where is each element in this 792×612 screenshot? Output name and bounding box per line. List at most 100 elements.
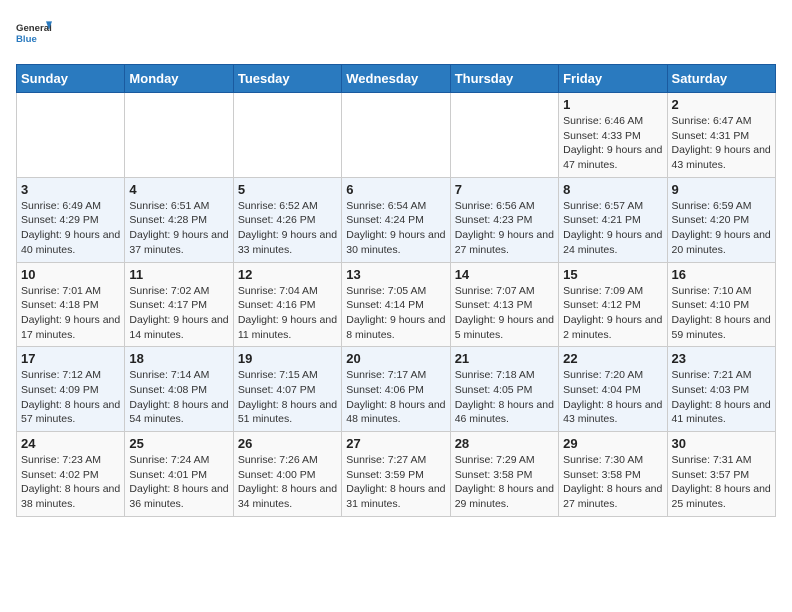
day-info: Sunrise: 6:51 AM Sunset: 4:28 PM Dayligh…: [129, 199, 228, 258]
day-number: 2: [672, 97, 771, 112]
weekday-header-row: SundayMondayTuesdayWednesdayThursdayFrid…: [17, 65, 776, 93]
day-number: 6: [346, 182, 445, 197]
calendar-cell: 19 Sunrise: 7:15 AM Sunset: 4:07 PM Dayli…: [233, 347, 341, 432]
calendar-cell: [125, 93, 233, 178]
calendar-cell: 4 Sunrise: 6:51 AM Sunset: 4:28 PM Daylig…: [125, 177, 233, 262]
day-number: 30: [672, 436, 771, 451]
day-info: Sunrise: 6:49 AM Sunset: 4:29 PM Dayligh…: [21, 199, 120, 258]
weekday-header: Thursday: [450, 65, 558, 93]
calendar-week-row: 10 Sunrise: 7:01 AM Sunset: 4:18 PM Dayli…: [17, 262, 776, 347]
calendar-table: SundayMondayTuesdayWednesdayThursdayFrid…: [16, 64, 776, 517]
weekday-header: Friday: [559, 65, 667, 93]
weekday-header: Wednesday: [342, 65, 450, 93]
day-info: Sunrise: 6:54 AM Sunset: 4:24 PM Dayligh…: [346, 199, 445, 258]
svg-text:Blue: Blue: [16, 34, 37, 45]
day-number: 8: [563, 182, 662, 197]
day-number: 26: [238, 436, 337, 451]
day-number: 23: [672, 351, 771, 366]
day-info: Sunrise: 6:57 AM Sunset: 4:21 PM Dayligh…: [563, 199, 662, 258]
weekday-header: Sunday: [17, 65, 125, 93]
day-info: Sunrise: 7:09 AM Sunset: 4:12 PM Dayligh…: [563, 284, 662, 343]
day-number: 27: [346, 436, 445, 451]
calendar-cell: 1 Sunrise: 6:46 AM Sunset: 4:33 PM Daylig…: [559, 93, 667, 178]
weekday-header: Tuesday: [233, 65, 341, 93]
day-info: Sunrise: 7:01 AM Sunset: 4:18 PM Dayligh…: [21, 284, 120, 343]
calendar-cell: 11Sunrise: 7:02 AM Sunset: 4:17 PM Dayli…: [125, 262, 233, 347]
day-number: 13: [346, 267, 445, 282]
calendar-cell: 14 Sunrise: 7:07 AM Sunset: 4:13 PM Dayli…: [450, 262, 558, 347]
day-number: 9: [672, 182, 771, 197]
day-info: Sunrise: 6:56 AM Sunset: 4:23 PM Dayligh…: [455, 199, 554, 258]
calendar-week-row: 1 Sunrise: 6:46 AM Sunset: 4:33 PM Daylig…: [17, 93, 776, 178]
calendar-cell: 6 Sunrise: 6:54 AM Sunset: 4:24 PM Daylig…: [342, 177, 450, 262]
calendar-cell: 13 Sunrise: 7:05 AM Sunset: 4:14 PM Dayli…: [342, 262, 450, 347]
calendar-cell: [233, 93, 341, 178]
calendar-cell: 24 Sunrise: 7:23 AM Sunset: 4:02 PM Dayli…: [17, 432, 125, 517]
day-info: Sunrise: 7:18 AM Sunset: 4:05 PM Dayligh…: [455, 368, 554, 427]
calendar-week-row: 24 Sunrise: 7:23 AM Sunset: 4:02 PM Dayli…: [17, 432, 776, 517]
day-number: 25: [129, 436, 228, 451]
day-info: Sunrise: 6:47 AM Sunset: 4:31 PM Dayligh…: [672, 114, 771, 173]
calendar-cell: 29 Sunrise: 7:30 AM Sunset: 3:58 PM Dayli…: [559, 432, 667, 517]
day-number: 11: [129, 267, 228, 282]
svg-text:General: General: [16, 23, 52, 34]
day-info: Sunrise: 6:46 AM Sunset: 4:33 PM Dayligh…: [563, 114, 662, 173]
day-number: 16: [672, 267, 771, 282]
day-number: 1: [563, 97, 662, 112]
day-info: Sunrise: 7:04 AM Sunset: 4:16 PM Dayligh…: [238, 284, 337, 343]
calendar-cell: 18 Sunrise: 7:14 AM Sunset: 4:08 PM Dayli…: [125, 347, 233, 432]
calendar-cell: 17Sunrise: 7:12 AM Sunset: 4:09 PM Dayli…: [17, 347, 125, 432]
calendar-cell: 12Sunrise: 7:04 AM Sunset: 4:16 PM Dayli…: [233, 262, 341, 347]
page-header: General Blue: [16, 16, 776, 52]
calendar-cell: 5 Sunrise: 6:52 AM Sunset: 4:26 PM Daylig…: [233, 177, 341, 262]
day-info: Sunrise: 7:17 AM Sunset: 4:06 PM Dayligh…: [346, 368, 445, 427]
calendar-cell: 30Sunrise: 7:31 AM Sunset: 3:57 PM Dayli…: [667, 432, 775, 517]
day-info: Sunrise: 7:24 AM Sunset: 4:01 PM Dayligh…: [129, 453, 228, 512]
day-info: Sunrise: 7:23 AM Sunset: 4:02 PM Dayligh…: [21, 453, 120, 512]
calendar-cell: 8 Sunrise: 6:57 AM Sunset: 4:21 PM Daylig…: [559, 177, 667, 262]
calendar-cell: 20 Sunrise: 7:17 AM Sunset: 4:06 PM Dayli…: [342, 347, 450, 432]
calendar-cell: 16 Sunrise: 7:10 AM Sunset: 4:10 PM Dayli…: [667, 262, 775, 347]
day-number: 4: [129, 182, 228, 197]
day-info: Sunrise: 7:07 AM Sunset: 4:13 PM Dayligh…: [455, 284, 554, 343]
calendar-cell: 2 Sunrise: 6:47 AM Sunset: 4:31 PM Daylig…: [667, 93, 775, 178]
day-number: 19: [238, 351, 337, 366]
day-info: Sunrise: 7:10 AM Sunset: 4:10 PM Dayligh…: [672, 284, 771, 343]
day-info: Sunrise: 7:30 AM Sunset: 3:58 PM Dayligh…: [563, 453, 662, 512]
day-number: 17: [21, 351, 120, 366]
calendar-cell: 10 Sunrise: 7:01 AM Sunset: 4:18 PM Dayli…: [17, 262, 125, 347]
day-number: 20: [346, 351, 445, 366]
day-number: 22: [563, 351, 662, 366]
day-info: Sunrise: 7:05 AM Sunset: 4:14 PM Dayligh…: [346, 284, 445, 343]
calendar-cell: 7 Sunrise: 6:56 AM Sunset: 4:23 PM Daylig…: [450, 177, 558, 262]
day-number: 18: [129, 351, 228, 366]
day-number: 14: [455, 267, 554, 282]
logo-svg: General Blue: [16, 16, 52, 52]
day-info: Sunrise: 7:27 AM Sunset: 3:59 PM Dayligh…: [346, 453, 445, 512]
day-info: Sunrise: 6:52 AM Sunset: 4:26 PM Dayligh…: [238, 199, 337, 258]
day-number: 5: [238, 182, 337, 197]
calendar-cell: 27 Sunrise: 7:27 AM Sunset: 3:59 PM Dayli…: [342, 432, 450, 517]
day-number: 7: [455, 182, 554, 197]
calendar-cell: 21 Sunrise: 7:18 AM Sunset: 4:05 PM Dayli…: [450, 347, 558, 432]
weekday-header: Saturday: [667, 65, 775, 93]
day-number: 29: [563, 436, 662, 451]
day-number: 10: [21, 267, 120, 282]
calendar-cell: 15Sunrise: 7:09 AM Sunset: 4:12 PM Dayli…: [559, 262, 667, 347]
day-number: 3: [21, 182, 120, 197]
calendar-cell: [17, 93, 125, 178]
day-info: Sunrise: 7:15 AM Sunset: 4:07 PM Dayligh…: [238, 368, 337, 427]
weekday-header: Monday: [125, 65, 233, 93]
day-info: Sunrise: 7:20 AM Sunset: 4:04 PM Dayligh…: [563, 368, 662, 427]
day-number: 24: [21, 436, 120, 451]
day-info: Sunrise: 6:59 AM Sunset: 4:20 PM Dayligh…: [672, 199, 771, 258]
calendar-cell: [342, 93, 450, 178]
day-number: 21: [455, 351, 554, 366]
day-info: Sunrise: 7:29 AM Sunset: 3:58 PM Dayligh…: [455, 453, 554, 512]
calendar-week-row: 3 Sunrise: 6:49 AM Sunset: 4:29 PM Daylig…: [17, 177, 776, 262]
day-info: Sunrise: 7:14 AM Sunset: 4:08 PM Dayligh…: [129, 368, 228, 427]
calendar-week-row: 17Sunrise: 7:12 AM Sunset: 4:09 PM Dayli…: [17, 347, 776, 432]
calendar-cell: 25 Sunrise: 7:24 AM Sunset: 4:01 PM Dayli…: [125, 432, 233, 517]
day-number: 28: [455, 436, 554, 451]
calendar-cell: 23Sunrise: 7:21 AM Sunset: 4:03 PM Dayli…: [667, 347, 775, 432]
